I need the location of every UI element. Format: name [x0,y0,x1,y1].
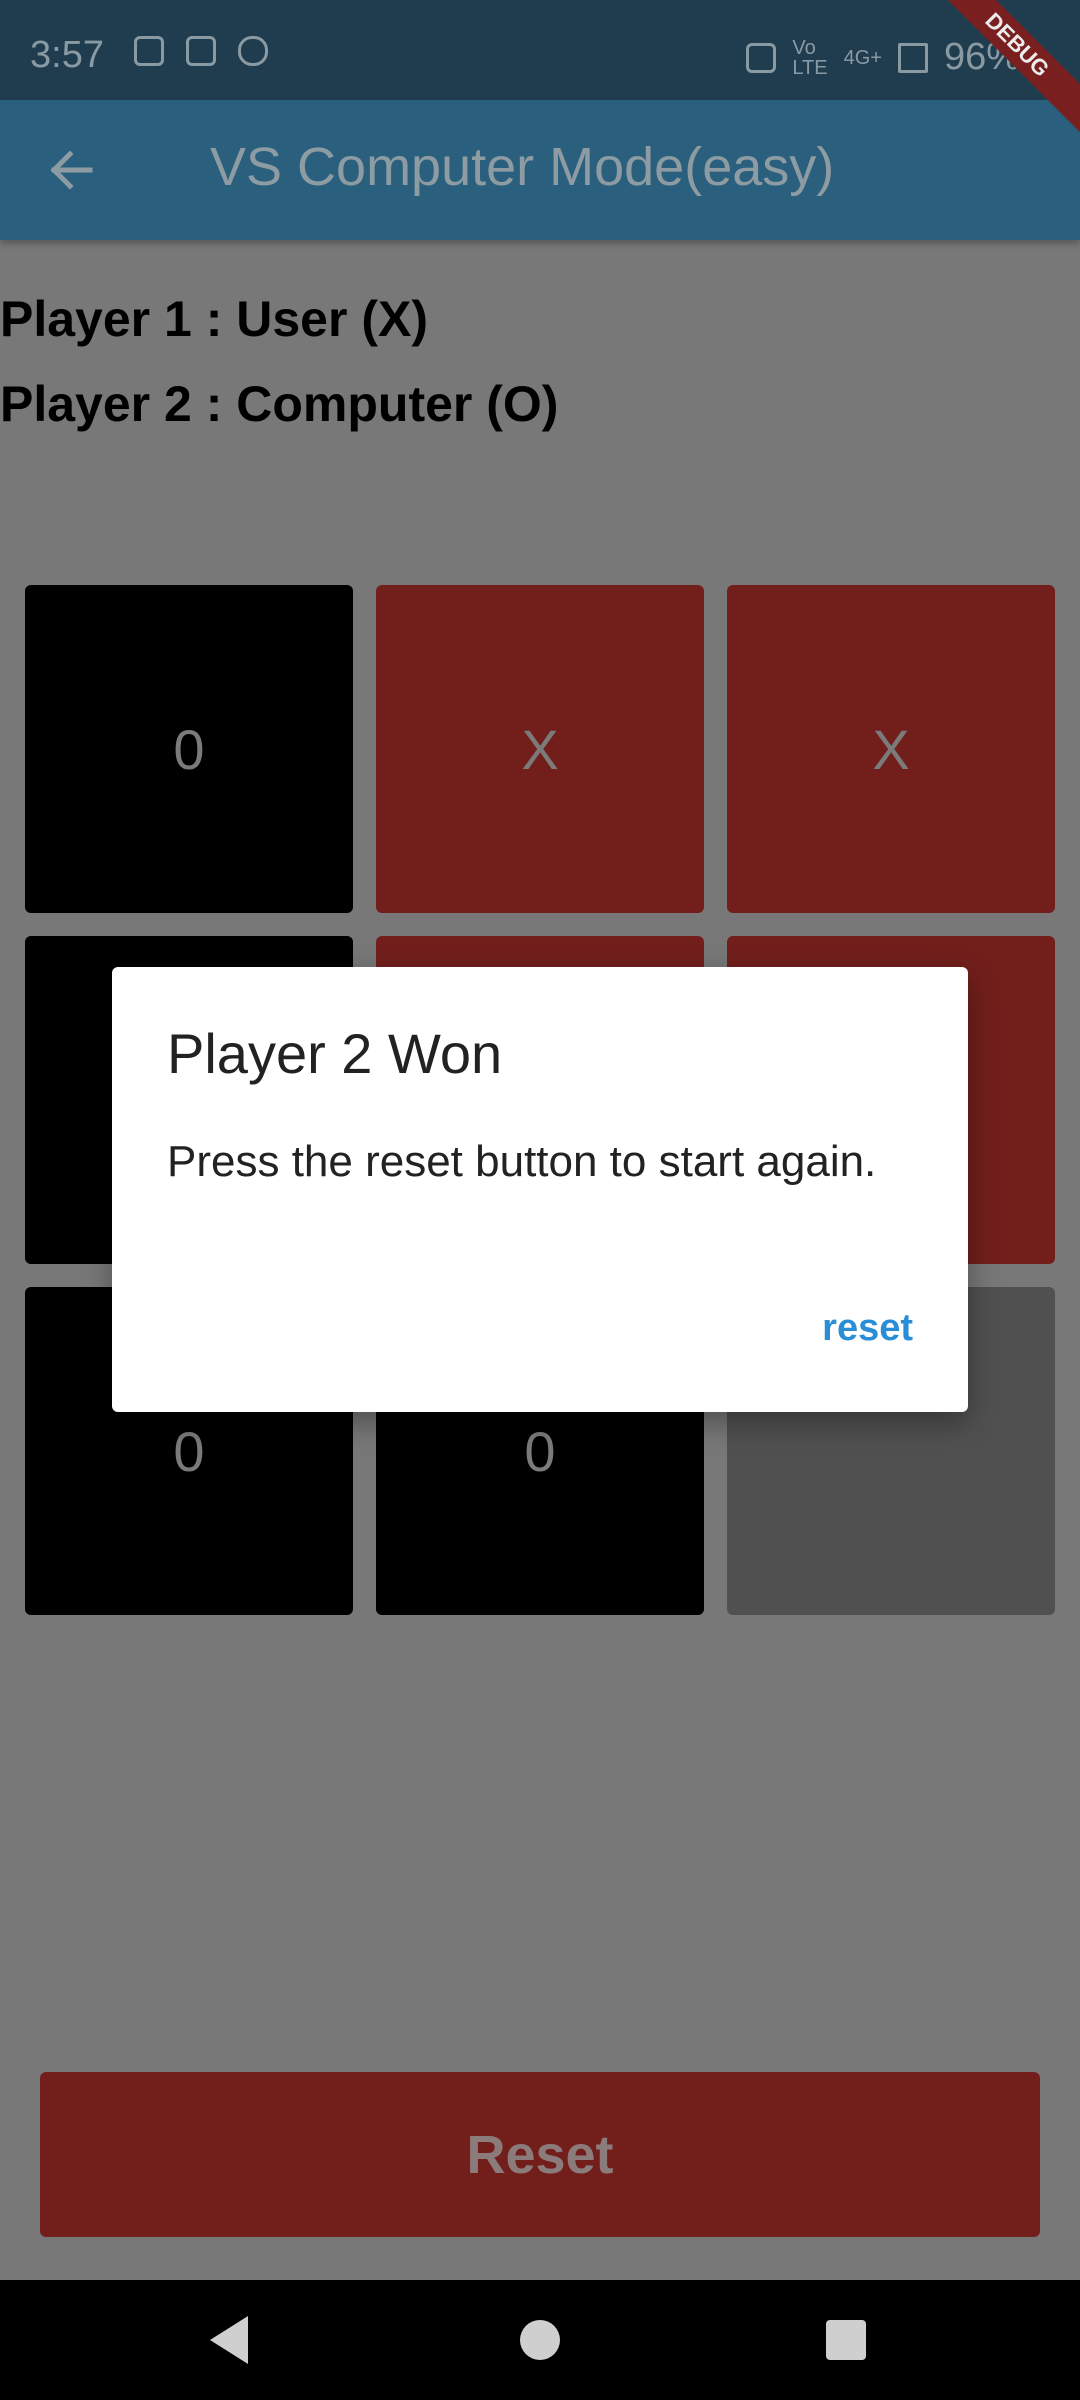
status-time: 3:57 [30,34,104,76]
dialog-title: Player 2 Won [167,1022,503,1085]
nav-recents-icon[interactable] [826,2320,866,2360]
reset-button[interactable]: Reset [40,2072,1040,2237]
back-button[interactable] [40,140,100,200]
notification-icons [134,36,268,66]
nav-back-icon[interactable] [210,2316,248,2364]
system-icons: Vo LTE 4G+ 96% [746,36,1020,79]
dialog-message: Press the reset button to start again. [167,1137,877,1186]
vibrate-icon [746,42,777,73]
mail-icon [186,36,216,66]
network-type: 4G+ [843,46,882,69]
volte-icon: Vo LTE [792,36,828,79]
page-title: VS Computer Mode(easy) [210,137,835,197]
dialog-reset-button[interactable]: reset [822,1307,913,1350]
winner-dialog: Player 2 Won Press the reset button to s… [112,967,968,1412]
glasses-icon [238,36,268,66]
board-cell-1[interactable]: X [376,585,704,913]
signal-icon [897,42,928,73]
s-icon [134,36,164,66]
player-1-label: Player 1 : User (X) [0,291,428,347]
app-bar: VS Computer Mode(easy) [0,100,1080,240]
board-cell-2[interactable]: X [727,585,1055,913]
nav-home-icon[interactable] [520,2320,560,2360]
status-bar: 3:57 Vo LTE 4G+ 96% [0,0,1080,100]
navigation-bar [0,2280,1080,2400]
arrow-left-icon [50,150,93,190]
player-2-label: Player 2 : Computer (O) [0,376,559,432]
board-cell-0[interactable]: 0 [25,585,353,913]
